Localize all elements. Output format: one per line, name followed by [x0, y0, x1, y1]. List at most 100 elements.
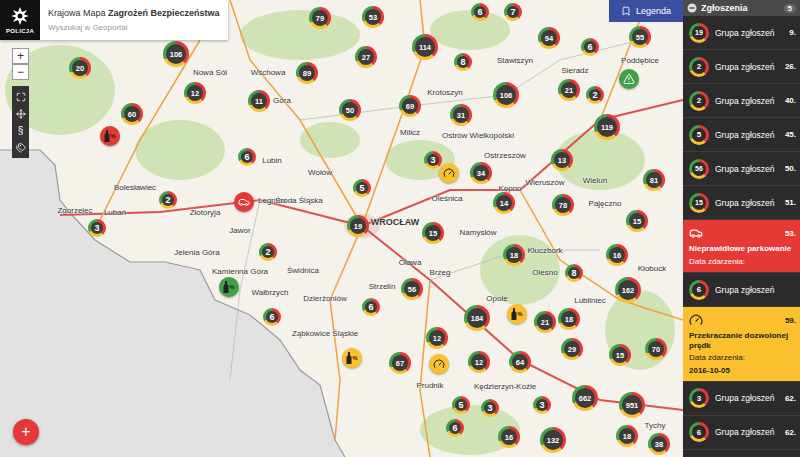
cluster-pin[interactable]: 8: [454, 53, 472, 71]
cluster-count: 31: [453, 107, 469, 123]
cluster-pin[interactable]: 34: [470, 162, 492, 184]
cluster-pin[interactable]: 15: [626, 210, 648, 232]
cluster-pin[interactable]: 7: [504, 3, 522, 21]
paragraph-icon: §: [18, 125, 24, 136]
cluster-pin[interactable]: 119: [594, 114, 620, 140]
cluster-pin[interactable]: 60: [121, 103, 143, 125]
cluster-pin[interactable]: 12: [426, 327, 448, 349]
cluster-pin[interactable]: 5: [353, 179, 371, 197]
cluster-pin[interactable]: 106: [163, 41, 189, 67]
cluster-pin[interactable]: 70: [645, 338, 667, 360]
cluster-pin[interactable]: 16: [498, 426, 520, 448]
cluster-pin[interactable]: 21: [534, 311, 556, 333]
cluster-pin[interactable]: 18: [558, 308, 580, 330]
cluster-pin[interactable]: 12: [184, 82, 206, 104]
cluster-pin[interactable]: 106: [493, 82, 519, 108]
report-group-row[interactable]: 56Grupa zgłoszeń50.: [683, 152, 800, 186]
report-group-row[interactable]: 15Grupa zgłoszeń51.: [683, 186, 800, 220]
move-icon: [16, 109, 26, 119]
cluster-pin[interactable]: 3: [481, 399, 499, 417]
cluster-pin[interactable]: 2: [159, 191, 177, 209]
cluster-pin[interactable]: 3: [424, 151, 442, 169]
cluster-pin[interactable]: 15: [609, 344, 631, 366]
incident-marker[interactable]: %: [342, 348, 362, 368]
add-report-button[interactable]: +: [13, 419, 39, 445]
cluster-pin[interactable]: 12: [468, 351, 490, 373]
cluster-pin[interactable]: 662: [572, 385, 598, 411]
cluster-pin[interactable]: 13: [551, 149, 573, 171]
cluster-pin[interactable]: 64: [509, 351, 531, 373]
cluster-pin[interactable]: 50: [339, 99, 361, 121]
cluster-pin[interactable]: 6: [362, 298, 380, 316]
cluster-pin[interactable]: 67: [389, 352, 411, 374]
report-group-row[interactable]: 3Grupa zgłoszeń62.: [683, 382, 800, 416]
cluster-count: 3: [536, 399, 548, 411]
cluster-pin[interactable]: 8: [565, 264, 583, 282]
cluster-pin[interactable]: 55: [629, 26, 651, 48]
map[interactable]: Nowa SólWschowaGóraKrotoszynOstrów Wielk…: [0, 0, 683, 457]
cluster-pin[interactable]: 94: [538, 27, 560, 49]
cluster-pin[interactable]: 5: [452, 396, 470, 414]
incident-marker[interactable]: [619, 69, 639, 89]
search-input[interactable]: [48, 23, 220, 32]
cluster-pin[interactable]: 3: [88, 219, 106, 237]
incident-marker[interactable]: %: [507, 304, 527, 324]
incident-card[interactable]: 59.Przekraczanie dozwolonej prędkData zd…: [683, 307, 800, 382]
cluster-pin[interactable]: 78: [552, 194, 574, 216]
cluster-pin[interactable]: 38: [648, 433, 670, 455]
cluster-pin[interactable]: 184: [464, 305, 490, 331]
cluster-pin[interactable]: 3: [533, 396, 551, 414]
incident-marker[interactable]: [429, 354, 449, 374]
report-group-row[interactable]: 2Grupa zgłoszeń26.: [683, 50, 800, 84]
cluster-pin[interactable]: 31: [450, 104, 472, 126]
cluster-pin[interactable]: 6: [581, 38, 599, 56]
incident-marker[interactable]: [439, 163, 459, 183]
cluster-pin[interactable]: 27: [355, 46, 377, 68]
zoom-out-button[interactable]: −: [12, 64, 29, 80]
cluster-pin[interactable]: 18: [503, 244, 525, 266]
tool-button[interactable]: §: [12, 122, 29, 139]
cluster-pin[interactable]: 14: [493, 192, 515, 214]
collapse-icon[interactable]: [687, 3, 697, 13]
cluster-pin[interactable]: 81: [643, 169, 665, 191]
incident-marker[interactable]: %: [219, 277, 239, 297]
cluster-pin[interactable]: 6: [471, 3, 489, 21]
legend-button[interactable]: Legenda: [609, 0, 683, 22]
tool-button[interactable]: [12, 105, 29, 122]
cluster-pin[interactable]: 162: [615, 277, 641, 303]
cluster-pin[interactable]: 2: [259, 243, 277, 261]
cluster-pin[interactable]: 951: [619, 392, 645, 418]
cluster-pin[interactable]: 56: [401, 278, 423, 300]
cluster-pin[interactable]: 16: [606, 244, 628, 266]
incident-marker[interactable]: [234, 192, 254, 212]
cluster-pin[interactable]: 18: [616, 425, 638, 447]
report-group-row[interactable]: 6Grupa zgłoszeń: [683, 273, 800, 307]
cluster-pin[interactable]: 21: [558, 79, 580, 101]
report-group-row[interactable]: 5Grupa zgłoszeń45.: [683, 118, 800, 152]
cluster-pin[interactable]: 19: [347, 215, 369, 237]
incident-card[interactable]: 53.Nieprawidłowe parkowanieData zdarzeni…: [683, 220, 800, 273]
group-donut-icon: 2: [689, 91, 709, 111]
incident-marker[interactable]: %: [100, 126, 120, 146]
tool-button[interactable]: [12, 139, 29, 156]
cluster-pin[interactable]: 69: [399, 95, 421, 117]
cluster-pin[interactable]: 20: [69, 57, 91, 79]
cluster-pin[interactable]: 114: [412, 34, 438, 60]
cluster-pin[interactable]: 132: [540, 427, 566, 453]
cluster-pin[interactable]: 29: [561, 338, 583, 360]
report-group-row[interactable]: 6Grupa zgłoszeń62.: [683, 416, 800, 450]
cluster-pin[interactable]: 79: [309, 7, 331, 29]
tool-button[interactable]: [12, 88, 29, 105]
cluster-pin[interactable]: 11: [248, 90, 270, 112]
cluster-pin[interactable]: 2: [586, 86, 604, 104]
cluster-pin[interactable]: 15: [422, 222, 444, 244]
cluster-pin[interactable]: 89: [296, 62, 318, 84]
cluster-pin[interactable]: 6: [446, 419, 464, 437]
cluster-pin[interactable]: 6: [238, 148, 256, 166]
report-group-row[interactable]: 19Grupa zgłoszeń9.: [683, 16, 800, 50]
cluster-pin[interactable]: 53: [362, 6, 384, 28]
report-group-row[interactable]: 2Grupa zgłoszeń40.: [683, 84, 800, 118]
group-label: Grupa zgłoszeń: [715, 130, 779, 140]
cluster-pin[interactable]: 6: [263, 308, 281, 326]
zoom-in-button[interactable]: +: [12, 48, 29, 64]
